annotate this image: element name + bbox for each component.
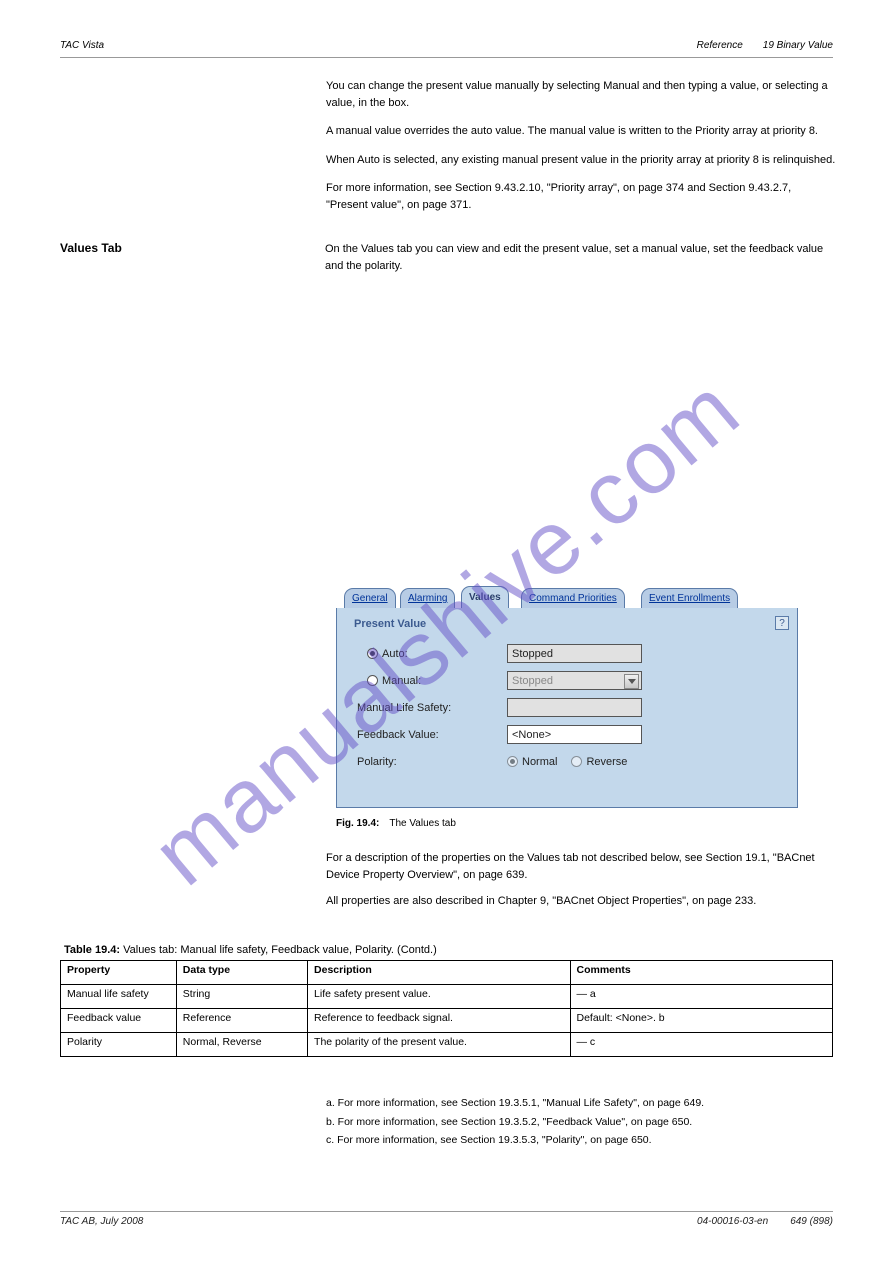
radio-manual[interactable] — [367, 675, 378, 686]
row-manual-life-safety: Manual Life Safety: — [349, 694, 785, 721]
label-feedback: Feedback Value: — [349, 729, 507, 741]
data-table: Property Data type Description Comments … — [60, 960, 833, 1057]
label-polarity: Polarity: — [349, 756, 507, 768]
col-datatype: Data type — [176, 961, 307, 985]
panel-body: ? Present Value Auto: Stopped Manual: — [336, 608, 798, 808]
radio-auto[interactable] — [367, 648, 378, 659]
page-container: TAC Vista Reference 19 Binary Value You … — [0, 0, 893, 1263]
table-row: Manual life safety String Life safety pr… — [61, 985, 833, 1009]
input-feedback[interactable]: <None> — [507, 725, 642, 744]
tab-event-enrollments[interactable]: Event Enrollments — [641, 588, 738, 608]
header-divider — [60, 57, 833, 58]
header-left: TAC Vista — [60, 40, 104, 51]
figure-caption: Fig. 19.4: The Values tab — [336, 818, 456, 829]
label-polarity-normal: Normal — [522, 756, 557, 768]
figure-label: Fig. 19.4: — [336, 818, 379, 829]
input-auto-value[interactable]: Stopped — [507, 644, 642, 663]
footnote-b: b. For more information, see Section 19.… — [326, 1115, 836, 1130]
intro-p4: For more information, see Section 9.43.2… — [326, 180, 836, 213]
radio-polarity-reverse[interactable] — [571, 756, 582, 767]
intro-p3: When Auto is selected, any existing manu… — [326, 152, 836, 169]
panel-title: Present Value — [354, 618, 785, 630]
row-polarity: Polarity: Normal Reverse — [349, 748, 785, 775]
row-manual: Manual: Stopped — [349, 667, 785, 694]
section-row: Values Tab On the Values tab you can vie… — [60, 241, 833, 274]
label-auto: Auto: — [382, 648, 408, 660]
table-block: Table 19.4: Values tab: Manual life safe… — [60, 944, 833, 1057]
chevron-down-icon — [624, 674, 639, 689]
mid-block: For a description of the properties on t… — [326, 850, 836, 920]
page-footer: TAC AB, July 2008 04-00016-03-en 649 (89… — [60, 1211, 833, 1227]
footnote-block: a. For more information, see Section 19.… — [326, 1096, 836, 1152]
intro-block: You can change the present value manuall… — [326, 78, 836, 213]
col-description: Description — [308, 961, 570, 985]
table-header-row: Property Data type Description Comments — [61, 961, 833, 985]
tab-alarming[interactable]: Alarming — [400, 588, 455, 608]
radio-polarity-normal[interactable] — [507, 756, 518, 767]
tab-row: General Alarming Values Command Prioriti… — [336, 586, 798, 608]
table-row: Polarity Normal, Reverse The polarity of… — [61, 1033, 833, 1057]
tab-general[interactable]: General — [344, 588, 396, 608]
section-label: Values Tab — [60, 241, 325, 274]
col-property: Property — [61, 961, 177, 985]
label-polarity-reverse: Reverse — [586, 756, 627, 768]
values-tab-panel: General Alarming Values Command Prioriti… — [336, 586, 798, 810]
header-center: Reference — [697, 40, 743, 51]
footer-center: 04-00016-03-en — [697, 1216, 768, 1227]
section-text: On the Values tab you can view and edit … — [325, 241, 833, 274]
select-manual-value[interactable]: Stopped — [507, 671, 642, 690]
label-mls: Manual Life Safety: — [349, 702, 507, 714]
figure-text: The Values tab — [389, 818, 456, 829]
table-title: Table 19.4: Values tab: Manual life safe… — [64, 944, 833, 956]
intro-p1: You can change the present value manuall… — [326, 78, 836, 111]
page-header: TAC Vista Reference 19 Binary Value — [60, 40, 833, 51]
header-right: 19 Binary Value — [763, 40, 833, 51]
mid-p2: All properties are also described in Cha… — [326, 893, 836, 910]
help-icon[interactable]: ? — [775, 616, 789, 630]
intro-p2: A manual value overrides the auto value.… — [326, 123, 836, 140]
footnote-a: a. For more information, see Section 19.… — [326, 1096, 836, 1111]
tab-values[interactable]: Values — [461, 586, 509, 608]
table-row: Feedback value Reference Reference to fe… — [61, 1009, 833, 1033]
mid-p1: For a description of the properties on t… — [326, 850, 836, 883]
footer-left: TAC AB, July 2008 — [60, 1216, 143, 1227]
footnote-c: c. For more information, see Section 19.… — [326, 1133, 836, 1148]
col-comments: Comments — [570, 961, 833, 985]
footer-right: 649 (898) — [790, 1216, 833, 1227]
tab-command-priorities[interactable]: Command Priorities — [521, 588, 625, 608]
label-manual: Manual: — [382, 675, 421, 687]
input-mls[interactable] — [507, 698, 642, 717]
row-feedback: Feedback Value: <None> — [349, 721, 785, 748]
row-auto: Auto: Stopped — [349, 640, 785, 667]
